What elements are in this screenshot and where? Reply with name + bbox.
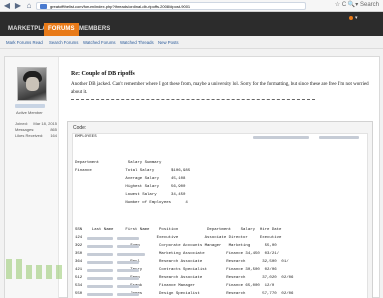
redaction: [117, 285, 139, 288]
code-line: Finance Total Salary $106,985: [75, 169, 191, 173]
stat-value[interactable]: 865: [50, 127, 57, 132]
code-label: Code:: [73, 125, 87, 131]
stat-messages: Messages: 865: [15, 127, 57, 132]
redaction: [117, 245, 139, 248]
user-menu-caret: ▾: [355, 15, 358, 21]
post-title: Re: Couple of DB ripoffs: [71, 71, 135, 77]
redaction: [87, 285, 113, 288]
home-icon[interactable]: ⌂: [24, 1, 34, 11]
sub-navigation: Mark Forums Read Search Forums Watched F…: [0, 36, 383, 49]
watermark-bar: [36, 265, 42, 279]
redaction: [87, 269, 113, 272]
code-block: Code: EMPLOYEES Department Salary Summar…: [67, 121, 373, 298]
redaction: [87, 253, 113, 256]
stat-label: Messages:: [15, 127, 35, 132]
redaction: [253, 136, 309, 139]
stat-label: Joined:: [15, 121, 28, 126]
redaction: [87, 245, 113, 248]
back-icon[interactable]: ◀: [2, 1, 12, 11]
code-line: Average Salary 45,108: [75, 177, 186, 181]
code-line: Highest Salary 56,900: [75, 185, 186, 189]
stat-likes: Likes Received: 164: [15, 133, 57, 138]
code-line: Lowest Salary 34,450: [75, 193, 186, 197]
browser-controls[interactable]: ☆ C 🔍▾ Search: [335, 1, 379, 8]
url-text: greatoffthelist.com/forum/index.php?thre…: [50, 4, 191, 9]
user-title: Active Member: [16, 110, 43, 115]
stat-joined: Joined: Mar 18, 2015: [15, 121, 57, 126]
stat-value: Mar 18, 2015: [33, 121, 57, 126]
address-bar[interactable]: greatoffthelist.com/forum/index.php?thre…: [36, 2, 306, 10]
post-divider: [71, 99, 315, 100]
stat-label: Likes Received:: [15, 133, 44, 138]
redaction: [319, 136, 359, 139]
redaction: [87, 293, 113, 296]
redaction: [87, 277, 113, 280]
watermark-bar: [56, 265, 62, 279]
subnav-new-posts[interactable]: New Posts: [158, 36, 179, 49]
watermark-bar: [16, 259, 22, 279]
redaction: [87, 261, 113, 264]
forward-icon[interactable]: ▶: [13, 1, 23, 11]
subnav-search-forums[interactable]: Search Forums: [49, 36, 78, 49]
subnav-watched-threads[interactable]: Watched Threads: [120, 36, 154, 49]
code-line: SSN Last Name First Name Position Depart…: [75, 228, 282, 232]
subnav-mark-forums-read[interactable]: Mark Forums Read: [6, 36, 43, 49]
page: ◀ ▶ ⌂ greatoffthelist.com/forum/index.ph…: [0, 0, 383, 298]
tab-forums[interactable]: FORUMS: [44, 23, 79, 36]
site-header: ▾ MARKETPLACE FORUMS MEMBERS: [0, 12, 383, 36]
watermark-bar: [26, 265, 32, 279]
tab-members[interactable]: MEMBERS: [75, 23, 114, 36]
code-line: Department Salary Summary: [75, 161, 162, 165]
redaction: [117, 237, 139, 240]
username-redacted[interactable]: [15, 104, 45, 108]
avatar[interactable]: [17, 67, 47, 101]
stat-value: 164: [50, 133, 57, 138]
redaction: [117, 253, 145, 256]
avatar-face: [26, 77, 39, 91]
browser-toolbar: ◀ ▶ ⌂ greatoffthelist.com/forum/index.ph…: [0, 0, 383, 12]
code-line: Number of Employees 4: [75, 201, 188, 205]
watermark-logo: [4, 255, 76, 295]
user-menu[interactable]: ▾: [349, 14, 377, 22]
watermark-bar: [6, 259, 12, 279]
watermark-bar: [46, 265, 52, 279]
site-identity-icon[interactable]: [40, 4, 47, 9]
post-body: Another DB jacked. Can't remember where …: [71, 82, 369, 95]
redaction: [117, 293, 139, 296]
redaction: [117, 269, 139, 272]
redaction: [87, 237, 113, 240]
code-content[interactable]: EMPLOYEES Department Salary Summary Fina…: [72, 133, 368, 298]
redaction: [117, 277, 139, 280]
user-avatar-icon: [349, 15, 353, 20]
subnav-watched-forums[interactable]: Watched Forums: [83, 36, 116, 49]
code-line: EMPLOYEES: [75, 135, 97, 139]
redaction: [117, 261, 139, 264]
